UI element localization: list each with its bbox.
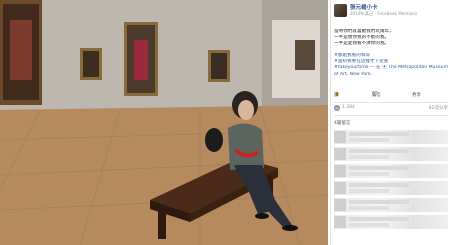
post-actions: 👍 讚 💬 留言 ↗ 分享 [334, 92, 448, 100]
museum-gallery-photo [0, 0, 328, 245]
comment-item [334, 147, 448, 161]
share-label: 分享 [412, 93, 421, 98]
location-link[interactable]: of Art, New York. [334, 72, 448, 78]
author-name[interactable]: 張元楊小卡 [350, 3, 378, 11]
post-caption: 當時你們就喜歡我們玩兩年， 一半是懷你我的不斷的我， 一半是愛我看不清你的我。 … [334, 29, 448, 78]
like-badge-icon: 👍 [334, 105, 340, 111]
comment-item [334, 130, 448, 144]
facebook-photo-viewer: 張元楊小卡 2018年某日 · Facebook Mentions 當時你們就喜… [0, 0, 450, 245]
comments-count[interactable]: 4篇留言 [334, 120, 350, 126]
location-link[interactable]: #takeyourtime — 在 ⦿ The Metropolitan Mus… [334, 65, 448, 71]
like-count[interactable]: 1,384 [342, 105, 355, 110]
comment-label: 留言 [372, 93, 381, 98]
comment-item [334, 181, 448, 195]
divider [334, 115, 448, 116]
comment-item [334, 164, 448, 178]
comment-list [331, 128, 450, 245]
avatar[interactable] [334, 4, 347, 17]
like-label: 讚 [334, 93, 339, 98]
post-meta[interactable]: 2018年某日 · Facebook Mentions [350, 11, 417, 17]
reaction-summary[interactable]: 👍 1,384 82次分享 [334, 105, 448, 113]
divider [334, 102, 448, 103]
post-photo[interactable] [0, 0, 328, 245]
comment-item [334, 215, 448, 229]
share-count[interactable]: 82次分享 [429, 105, 448, 111]
comment-item [334, 198, 448, 212]
post-sidebar: 張元楊小卡 2018年某日 · Facebook Mentions 當時你們就喜… [330, 0, 450, 245]
post-header: 張元楊小卡 2018年某日 · Facebook Mentions [334, 3, 449, 23]
